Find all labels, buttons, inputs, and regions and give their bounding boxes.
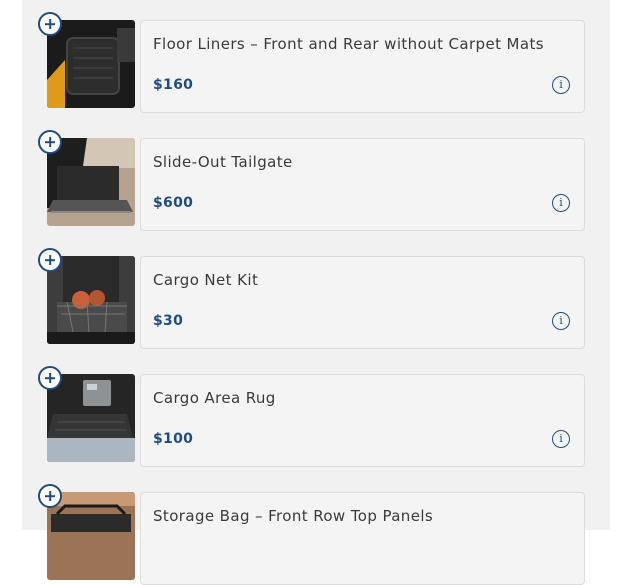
accessory-price: $100: [153, 431, 194, 447]
accessory-price: $600: [153, 195, 194, 211]
accessory-name: Storage Bag – Front Row Top Panels: [153, 507, 434, 525]
list-item: Storage Bag – Front Row Top Panels: [22, 472, 610, 585]
info-icon[interactable]: i: [552, 76, 570, 94]
accessory-card[interactable]: Cargo Area Rug $100 i: [140, 374, 585, 467]
info-icon[interactable]: i: [552, 194, 570, 212]
list-item: Cargo Net Kit $30 i: [22, 236, 610, 349]
accessory-card[interactable]: Storage Bag – Front Row Top Panels: [140, 492, 585, 585]
floor-liner-image: [47, 20, 135, 108]
tailgate-image: [47, 138, 135, 226]
accessory-card[interactable]: Floor Liners – Front and Rear without Ca…: [140, 20, 585, 113]
info-icon[interactable]: i: [552, 430, 570, 448]
accessory-name: Cargo Net Kit: [153, 271, 259, 289]
info-icon[interactable]: i: [552, 312, 570, 330]
accessories-list: Floor Liners – Front and Rear without Ca…: [22, 0, 610, 585]
accessory-price: $30: [153, 313, 184, 329]
cargo-net-image: [47, 256, 135, 344]
accessory-price: $160: [153, 77, 194, 93]
storage-bag-image: [47, 492, 135, 580]
add-button[interactable]: [38, 12, 62, 36]
add-button[interactable]: [38, 248, 62, 272]
cargo-rug-image: [47, 374, 135, 462]
accessory-name: Slide-Out Tailgate: [153, 153, 293, 171]
add-button[interactable]: [38, 366, 62, 390]
accessory-name: Cargo Area Rug: [153, 389, 276, 407]
accessory-name: Floor Liners – Front and Rear without Ca…: [153, 35, 544, 53]
add-button[interactable]: [38, 484, 62, 508]
accessory-card[interactable]: Slide-Out Tailgate $600 i: [140, 138, 585, 231]
list-item: Floor Liners – Front and Rear without Ca…: [22, 0, 610, 113]
add-button[interactable]: [38, 130, 62, 154]
list-item: Slide-Out Tailgate $600 i: [22, 118, 610, 231]
list-item: Cargo Area Rug $100 i: [22, 354, 610, 467]
accessory-card[interactable]: Cargo Net Kit $30 i: [140, 256, 585, 349]
